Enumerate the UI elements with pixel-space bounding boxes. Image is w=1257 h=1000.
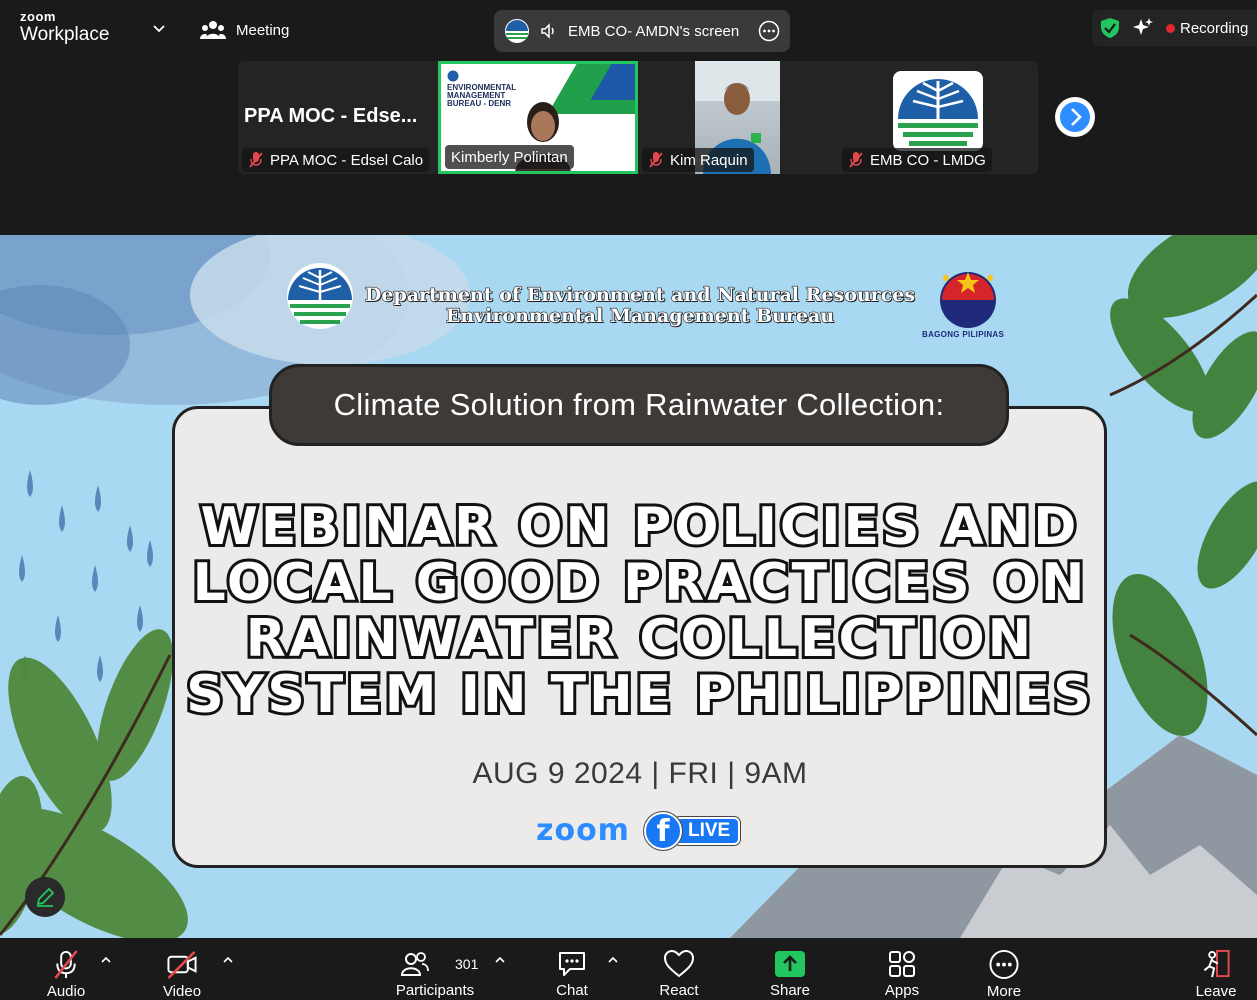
video-button[interactable]: Video — [156, 938, 208, 1000]
mini-slide-title: ENVIRONMENTAL MANAGEMENT BUREAU - DENR — [447, 83, 517, 108]
participant-name-badge: EMB CO - LMDG — [842, 148, 992, 172]
mic-off-icon — [649, 152, 663, 168]
participant-video-strip: PPA MOC - Edse... PPA MOC - Edsel Calo E… — [238, 61, 1038, 174]
participants-label: Participants — [395, 982, 475, 999]
leave-button[interactable]: Leave — [1192, 938, 1240, 1000]
mic-off-icon — [849, 152, 863, 168]
participant-display-name: PPA MOC - Edse... — [244, 105, 418, 127]
participant-tile[interactable]: EMB CO - LMDG — [838, 61, 1038, 174]
mic-off-icon — [249, 152, 263, 168]
title-line-2: Local Good Practices on — [190, 552, 1088, 614]
bagong-pilipinas-logo — [940, 272, 996, 328]
bagong-pilipinas-label: BAGONG PILIPINAS — [922, 330, 1005, 339]
participant-name: Kimberly Polintan — [451, 148, 568, 166]
audio-label: Audio — [46, 983, 86, 1000]
screen-share-indicator[interactable]: EMB CO- AMDN's screen — [494, 10, 790, 52]
chevron-right-icon[interactable] — [1055, 97, 1095, 137]
meeting-label: Meeting — [236, 21, 290, 39]
video-off-icon — [167, 951, 197, 979]
video-options-caret-icon[interactable] — [222, 954, 234, 966]
status-box: Recording — [1092, 10, 1257, 46]
meeting-toolbar: Audio Video Participants 301 Chat React … — [0, 938, 1257, 1000]
leave-label: Leave — [1195, 983, 1237, 1000]
brand-workplace-text: Workplace — [20, 24, 110, 45]
participants-options-caret-icon[interactable] — [494, 954, 506, 966]
chat-icon — [559, 952, 585, 976]
shared-screen: Department of Environment and Natural Re… — [0, 235, 1257, 938]
chevron-down-icon[interactable] — [152, 22, 166, 36]
title-line-4: System in the Philippines — [183, 664, 1094, 726]
meeting-icon — [200, 21, 226, 39]
more-icon[interactable] — [758, 20, 780, 42]
chat-label: Chat — [556, 982, 588, 999]
more-button[interactable]: More — [980, 938, 1028, 1000]
recording-label: Recording — [1180, 19, 1249, 37]
apps-icon — [889, 951, 915, 977]
react-button[interactable]: React — [654, 938, 704, 1000]
pencil-icon[interactable] — [25, 877, 65, 917]
meeting-menu-button[interactable]: Meeting — [200, 16, 289, 44]
apps-label: Apps — [884, 982, 920, 999]
participant-tile[interactable]: PPA MOC - Edse... PPA MOC - Edsel Calo — [238, 61, 438, 174]
event-date: AUG 9 2024 | FRI | 9AM — [472, 757, 808, 790]
participant-name: EMB CO - LMDG — [870, 151, 986, 169]
more-label: More — [986, 983, 1022, 1000]
header-line-2: Environmental Management Bureau — [445, 305, 835, 327]
share-arrow-icon — [775, 951, 805, 977]
emb-logo-icon — [505, 19, 529, 43]
audio-button[interactable]: Audio — [40, 938, 92, 1000]
participant-name-badge: PPA MOC - Edsel Calo — [242, 148, 430, 172]
participant-name-badge: Kimberly Polintan — [445, 145, 574, 169]
participant-name: Kim Raquin — [670, 151, 748, 169]
video-label: Video — [162, 983, 202, 1000]
facebook-live-badge: f LIVE — [644, 812, 741, 850]
top-bar: zoom Workplace Meeting EMB CO- AMDN's sc… — [0, 0, 1257, 58]
mic-off-icon — [54, 950, 78, 979]
slide-header: Department of Environment and Natural Re… — [340, 284, 940, 327]
header-line-1: Department of Environment and Natural Re… — [364, 284, 916, 306]
emb-logo-icon — [447, 70, 459, 82]
speaker-icon — [541, 23, 554, 39]
leave-icon — [1203, 949, 1230, 978]
apps-button[interactable]: Apps — [878, 938, 926, 1000]
chat-options-caret-icon[interactable] — [607, 954, 619, 966]
more-icon — [989, 949, 1019, 980]
share-label: Share — [769, 982, 811, 999]
audio-options-caret-icon[interactable] — [100, 954, 112, 966]
title-line-1: Webinar on Policies and — [198, 496, 1080, 558]
participant-tile-active-speaker[interactable]: ENVIRONMENTAL MANAGEMENT BUREAU - DENR K… — [438, 61, 638, 174]
title-line-3: Rainwater Collection — [243, 608, 1035, 670]
sparkle-icon[interactable] — [1132, 17, 1154, 39]
shield-icon[interactable] — [1100, 17, 1120, 39]
zoom-workplace-logo[interactable]: zoom Workplace — [20, 10, 109, 44]
chat-button[interactable]: Chat — [548, 938, 596, 1000]
slide-main-title: Webinar on Policies and Local Good Pract… — [180, 496, 1100, 726]
live-label: LIVE — [674, 817, 741, 845]
brand-zoom-text: zoom — [20, 9, 56, 24]
share-button[interactable]: Share — [764, 938, 816, 1000]
participant-name-badge: Kim Raquin — [642, 148, 754, 172]
screen-share-label: EMB CO- AMDN's screen — [568, 22, 740, 40]
recording-indicator[interactable]: Recording — [1166, 20, 1248, 37]
heart-icon — [663, 949, 695, 978]
zoom-logo-text: zoom — [536, 813, 630, 848]
react-label: React — [659, 982, 699, 999]
emb-logo — [893, 71, 983, 151]
recording-dot-icon — [1166, 23, 1175, 33]
participants-count: 301 — [455, 956, 479, 972]
facebook-icon: f — [644, 812, 682, 850]
participants-icon — [400, 952, 429, 976]
slide-subtitle: Climate Solution from Rainwater Collecti… — [269, 364, 1009, 446]
participant-name: PPA MOC - Edsel Calo — [270, 151, 424, 169]
